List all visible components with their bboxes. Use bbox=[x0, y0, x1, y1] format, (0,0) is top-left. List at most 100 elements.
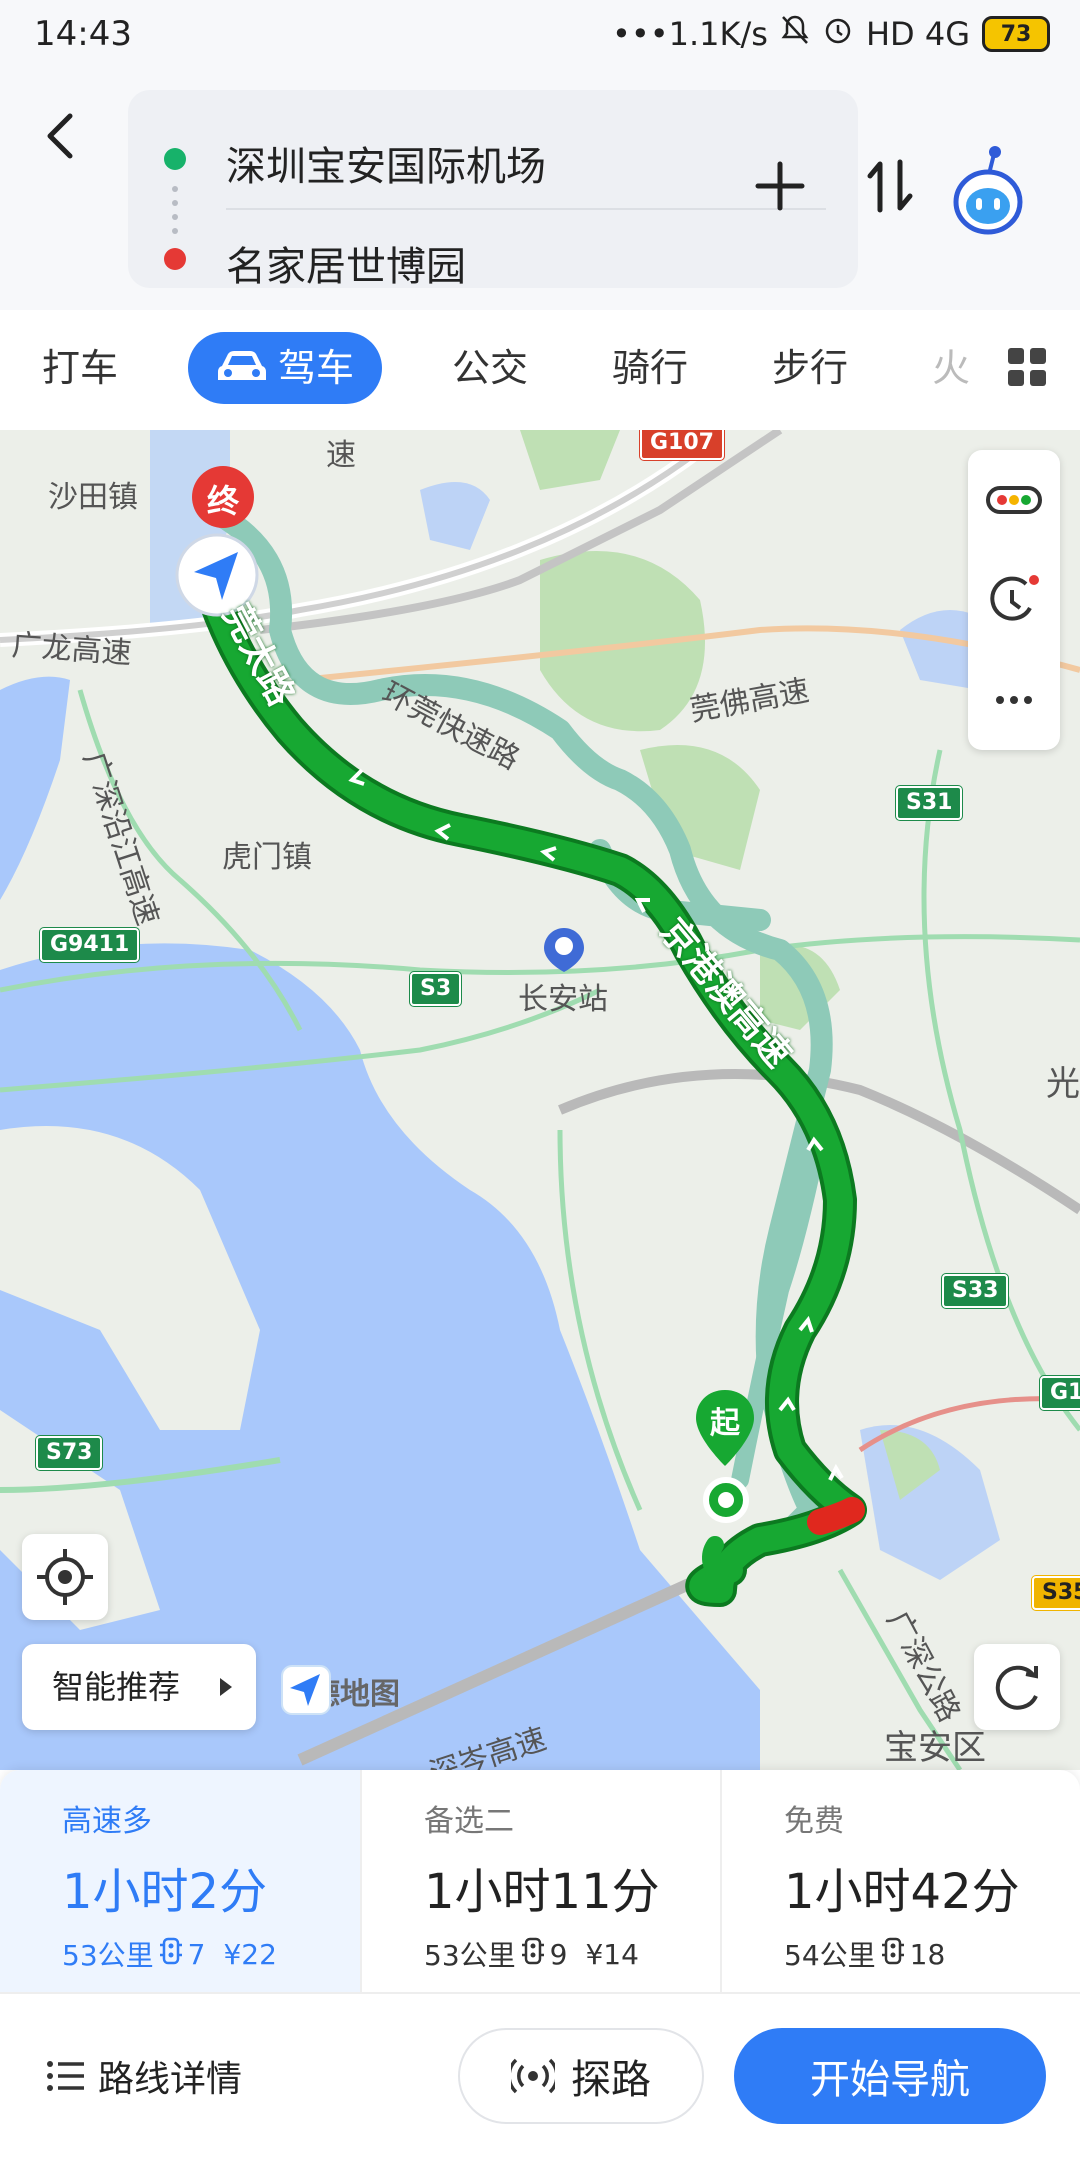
route-toll: ¥14 bbox=[585, 1937, 639, 1971]
place-label: 沙田镇 bbox=[48, 480, 138, 515]
water-area bbox=[420, 482, 490, 550]
highway-shield: S31 bbox=[896, 786, 963, 820]
back-button[interactable] bbox=[34, 106, 90, 166]
tab-train-partial[interactable]: 火 bbox=[932, 332, 972, 404]
tab-walk[interactable]: 步行 bbox=[772, 332, 848, 404]
traffic-light-icon bbox=[520, 1937, 546, 1972]
route-option-detail: 53公里 9 ¥14 bbox=[424, 1934, 639, 1974]
more-modes-button[interactable] bbox=[1006, 346, 1048, 388]
swap-icon bbox=[867, 159, 913, 213]
route-option-detail: 53公里 7 ¥22 bbox=[62, 1934, 277, 1974]
amap-logo: 高德地图 bbox=[280, 1664, 400, 1718]
tab-drive-label: 驾车 bbox=[277, 346, 354, 390]
refresh-route-button[interactable] bbox=[974, 1644, 1060, 1730]
play-triangle-icon bbox=[220, 1678, 232, 1696]
road-label: 广龙高速 bbox=[10, 628, 133, 672]
amap-logo-icon bbox=[281, 1665, 331, 1715]
traffic-light-icon bbox=[880, 1937, 906, 1972]
swap-route-button[interactable] bbox=[862, 156, 918, 216]
more-tools-button[interactable] bbox=[968, 650, 1060, 750]
back-arrow-icon bbox=[47, 113, 73, 159]
broadcast-icon bbox=[511, 2058, 555, 2094]
history-button[interactable] bbox=[968, 550, 1060, 650]
route-details-button[interactable]: 路线详情 bbox=[46, 2046, 242, 2106]
highway-shield: S359 bbox=[1032, 1576, 1080, 1610]
route-input-card: 深圳宝安国际机场 名家居世博园 bbox=[128, 90, 858, 290]
water-area bbox=[0, 676, 70, 900]
voice-assistant-button[interactable] bbox=[948, 142, 1028, 238]
start-pin[interactable]: 起 bbox=[696, 1390, 754, 1470]
travel-mode-tabs: 打车 驾车 公交 骑行 步行 火 bbox=[0, 310, 1080, 430]
car-icon bbox=[216, 335, 268, 407]
explore-road-button[interactable]: 探路 bbox=[458, 2028, 704, 2124]
route-lights-count: 9 bbox=[549, 1937, 568, 1971]
end-pin-label: 终 bbox=[206, 482, 239, 520]
highway-shield: S73 bbox=[36, 1436, 103, 1470]
map-view[interactable]: 起 终 沙田镇 虎门镇 长安站 宝安区 光 广龙高速 广深沿江高速 环莞快速路 … bbox=[0, 430, 1080, 1770]
route-option-2[interactable]: 备选二 1小时11分 53公里 9 ¥14 bbox=[360, 1770, 722, 1992]
tab-bike[interactable]: 骑行 bbox=[612, 332, 688, 404]
route-distance: 53公里 bbox=[424, 1939, 516, 1972]
smart-recommend-label: 智能推荐 bbox=[52, 1668, 181, 1706]
traffic-light-icon bbox=[986, 486, 1042, 514]
smart-recommend-button[interactable]: 智能推荐 bbox=[22, 1644, 256, 1730]
start-navigation-button[interactable]: 开始导航 bbox=[734, 2028, 1046, 2124]
end-pin[interactable]: 终 bbox=[190, 464, 256, 530]
start-pin-label: 起 bbox=[710, 1406, 740, 1441]
route-option-time: 1小时2分 bbox=[62, 1864, 268, 1920]
tab-taxi[interactable]: 打车 bbox=[42, 332, 118, 404]
route-toll: ¥22 bbox=[223, 1937, 277, 1971]
map-canvas bbox=[0, 430, 1080, 1770]
explore-road-label: 探路 bbox=[571, 2057, 651, 2103]
highway-shield: G9411 bbox=[40, 928, 140, 962]
route-tail bbox=[702, 1536, 729, 1589]
route-option-time: 1小时42分 bbox=[784, 1864, 1020, 1920]
tab-bus[interactable]: 公交 bbox=[452, 332, 528, 404]
route-lights-count: 18 bbox=[909, 1937, 946, 1971]
status-time: 14:43 bbox=[34, 14, 132, 54]
traffic-light-icon bbox=[158, 1937, 184, 1972]
route-option-1[interactable]: 高速多 1小时2分 53公里 7 ¥22 bbox=[0, 1770, 360, 1992]
highway-shield: S33 bbox=[942, 1274, 1009, 1308]
end-location-field[interactable]: 名家居世博园 bbox=[226, 234, 466, 292]
route-lights-count: 7 bbox=[187, 1937, 206, 1971]
traffic-toggle-button[interactable] bbox=[968, 450, 1060, 550]
route-options-sheet: 高速多 1小时2分 53公里 7 ¥22 备选二 1小时11分 53公里 9 ¥… bbox=[0, 1770, 1080, 2160]
status-bar: 14:43 •••1.1K/s HD 4G 73 bbox=[0, 0, 1080, 70]
grid-icon bbox=[1008, 348, 1046, 386]
place-label: 长安站 bbox=[518, 982, 608, 1017]
highway-shield: G107 bbox=[640, 430, 724, 460]
route-option-time: 1小时11分 bbox=[424, 1864, 660, 1920]
route-distance: 53公里 bbox=[62, 1939, 154, 1972]
sheet-divider bbox=[0, 1992, 1080, 1994]
connector-dot bbox=[172, 186, 178, 192]
start-marker bbox=[703, 1477, 749, 1523]
add-waypoint-button[interactable] bbox=[752, 158, 808, 214]
card-divider bbox=[226, 208, 826, 210]
plus-icon bbox=[755, 161, 805, 211]
start-dot-icon bbox=[164, 148, 186, 170]
connector-dot bbox=[172, 228, 178, 234]
park-area bbox=[520, 430, 620, 490]
assistant-robot-icon bbox=[953, 146, 1023, 235]
route-option-3[interactable]: 免费 1小时42分 54公里 18 bbox=[720, 1770, 1080, 1992]
congestion-segment bbox=[807, 1497, 865, 1535]
start-location-field[interactable]: 深圳宝安国际机场 bbox=[226, 134, 546, 192]
connector-dot bbox=[172, 200, 178, 206]
place-label: 光 bbox=[1046, 1064, 1080, 1104]
crosshair-icon bbox=[37, 1549, 93, 1605]
highway-shield: G15 bbox=[1040, 1376, 1080, 1410]
place-label: 虎门镇 bbox=[222, 840, 312, 875]
refresh-icon bbox=[995, 1665, 1038, 1710]
route-header: 深圳宝安国际机场 名家居世博园 bbox=[0, 70, 1080, 310]
locate-me-button[interactable] bbox=[22, 1534, 108, 1620]
tab-drive[interactable]: 驾车 bbox=[188, 332, 382, 404]
route-option-detail: 54公里 18 bbox=[784, 1934, 945, 1974]
road-label: 速 bbox=[326, 438, 356, 473]
end-dot-icon bbox=[164, 248, 186, 270]
clock-history-icon bbox=[990, 575, 1039, 621]
map-tool-panel bbox=[968, 450, 1060, 750]
route-details-label: 路线详情 bbox=[98, 2059, 243, 2100]
network-speed: •••1.1K/s bbox=[612, 15, 768, 53]
status-icons: •••1.1K/s HD 4G 73 bbox=[612, 14, 1050, 54]
